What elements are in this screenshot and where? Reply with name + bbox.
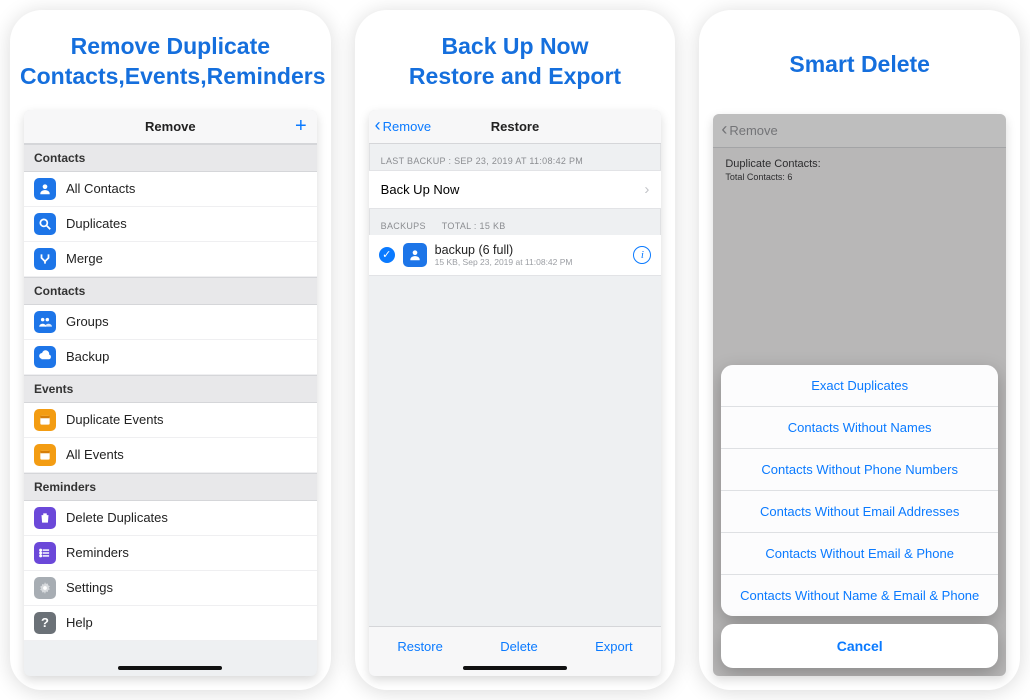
dup-heading: Duplicate Contacts: bbox=[725, 158, 994, 170]
dup-sub: Total Contacts: 6 bbox=[725, 172, 994, 182]
hero-title: Back Up Now Restore and Export bbox=[355, 10, 676, 110]
row-all-contacts[interactable]: All Contacts bbox=[24, 172, 317, 207]
chevron-left-icon: ‹ bbox=[721, 119, 727, 140]
groups-icon bbox=[34, 311, 56, 333]
row-all-events[interactable]: All Events bbox=[24, 438, 317, 473]
backup-now-button[interactable]: Back Up Now › bbox=[369, 170, 662, 209]
check-icon: ✓ bbox=[379, 247, 395, 263]
back-button[interactable]: ‹ Remove bbox=[375, 117, 431, 135]
navbar-dimmed: ‹ Remove bbox=[713, 114, 1006, 148]
panel-smart-delete: Smart Delete ‹ Remove Duplicate Contacts… bbox=[699, 10, 1020, 690]
hero-title: Remove Duplicate Contacts,Events,Reminde… bbox=[10, 10, 331, 110]
sheet-exact-duplicates[interactable]: Exact Duplicates bbox=[721, 365, 998, 407]
info-icon[interactable]: i bbox=[633, 246, 651, 264]
section-reminders: Reminders bbox=[24, 473, 317, 501]
home-indicator bbox=[118, 666, 222, 670]
section-events: Events bbox=[24, 375, 317, 403]
delete-button[interactable]: Delete bbox=[500, 639, 538, 654]
sheet-without-phone[interactable]: Contacts Without Phone Numbers bbox=[721, 449, 998, 491]
navbar: ‹ Remove Restore bbox=[369, 110, 662, 144]
restore-button[interactable]: Restore bbox=[397, 639, 443, 654]
section-contacts: Contacts bbox=[24, 144, 317, 172]
calendar-icon bbox=[34, 444, 56, 466]
nav-title: Restore bbox=[491, 119, 539, 134]
screen-remove: Remove + Contacts All Contacts Duplicate… bbox=[24, 110, 317, 676]
add-button[interactable]: + bbox=[295, 116, 307, 136]
trash-icon bbox=[34, 507, 56, 529]
backup-title: backup (6 full) bbox=[435, 243, 573, 257]
action-sheet: Exact Duplicates Contacts Without Names … bbox=[721, 365, 998, 668]
screen-restore: ‹ Remove Restore LAST BACKUP : SEP 23, 2… bbox=[369, 110, 662, 676]
home-indicator bbox=[463, 666, 567, 670]
row-merge[interactable]: Merge bbox=[24, 242, 317, 277]
last-backup-label: LAST BACKUP : SEP 23, 2019 AT 11:08:42 P… bbox=[369, 144, 662, 170]
navbar: Remove + bbox=[24, 110, 317, 144]
row-help[interactable]: ? Help bbox=[24, 606, 317, 641]
calendar-dup-icon bbox=[34, 409, 56, 431]
row-delete-duplicates[interactable]: Delete Duplicates bbox=[24, 501, 317, 536]
sheet-without-email[interactable]: Contacts Without Email Addresses bbox=[721, 491, 998, 533]
row-duplicates[interactable]: Duplicates bbox=[24, 207, 317, 242]
section-contacts-2: Contacts bbox=[24, 277, 317, 305]
backup-icon bbox=[34, 346, 56, 368]
export-button[interactable]: Export bbox=[595, 639, 633, 654]
dim-body: Duplicate Contacts: Total Contacts: 6 bbox=[713, 148, 1006, 192]
search-icon bbox=[34, 213, 56, 235]
row-backup[interactable]: Backup bbox=[24, 340, 317, 375]
list-icon bbox=[34, 542, 56, 564]
row-reminders[interactable]: Reminders bbox=[24, 536, 317, 571]
chevron-right-icon: › bbox=[644, 181, 649, 198]
sheet-without-email-phone[interactable]: Contacts Without Email & Phone bbox=[721, 533, 998, 575]
hero-title: Smart Delete bbox=[699, 10, 1020, 114]
help-icon: ? bbox=[34, 612, 56, 634]
person-icon bbox=[403, 243, 427, 267]
panel-restore: Back Up Now Restore and Export ‹ Remove … bbox=[355, 10, 676, 690]
backup-subtitle: 15 KB, Sep 23, 2019 at 11:08:42 PM bbox=[435, 257, 573, 267]
row-settings[interactable]: Settings bbox=[24, 571, 317, 606]
chevron-left-icon: ‹ bbox=[375, 116, 381, 134]
row-duplicate-events[interactable]: Duplicate Events bbox=[24, 403, 317, 438]
nav-title: Remove bbox=[145, 119, 196, 134]
sheet-without-names[interactable]: Contacts Without Names bbox=[721, 407, 998, 449]
sheet-cancel-button[interactable]: Cancel bbox=[721, 624, 998, 668]
backups-header: BACKUPS TOTAL : 15 KB bbox=[369, 209, 662, 235]
panel-remove: Remove Duplicate Contacts,Events,Reminde… bbox=[10, 10, 331, 690]
merge-icon bbox=[34, 248, 56, 270]
row-groups[interactable]: Groups bbox=[24, 305, 317, 340]
screen-smart-delete: ‹ Remove Duplicate Contacts: Total Conta… bbox=[713, 114, 1006, 676]
backup-entry[interactable]: ✓ backup (6 full) 15 KB, Sep 23, 2019 at… bbox=[369, 235, 662, 276]
sheet-without-name-email-phone[interactable]: Contacts Without Name & Email & Phone bbox=[721, 575, 998, 616]
person-icon bbox=[34, 178, 56, 200]
gear-icon bbox=[34, 577, 56, 599]
